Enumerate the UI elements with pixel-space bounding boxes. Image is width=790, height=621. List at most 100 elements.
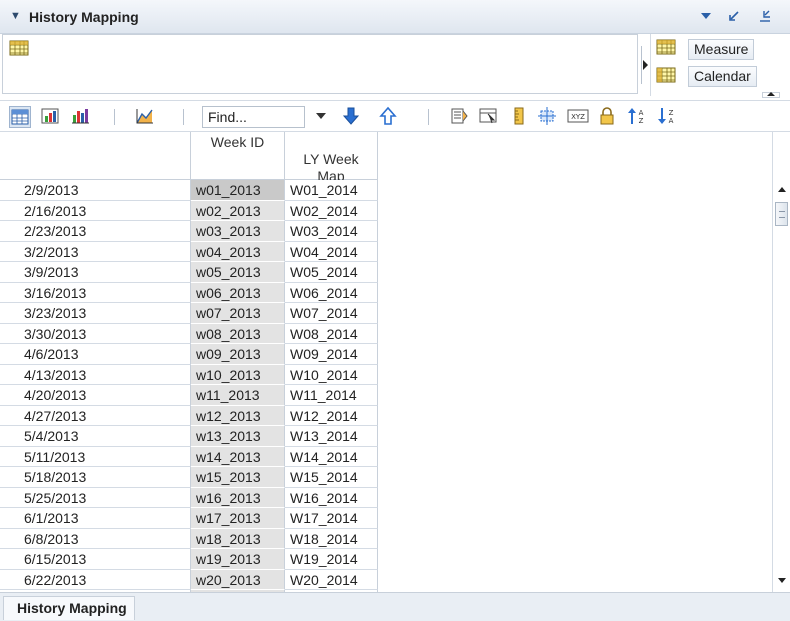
cell-week-id[interactable]: w13_2013 [191,426,285,447]
row-header-date[interactable]: 6/15/2013 [0,549,191,570]
cell-ly-week-map[interactable]: W05_2014 [285,262,378,283]
row-header-date[interactable]: 4/6/2013 [0,344,191,365]
cell-week-id[interactable]: w17_2013 [191,508,285,529]
cell-ly-week-map[interactable]: W01_2014 [285,180,378,201]
row-header-date[interactable]: 2/16/2013 [0,200,191,221]
cell-ly-week-map[interactable]: W13_2014 [285,426,378,447]
cell-week-id[interactable]: w03_2013 [191,221,285,242]
calendar-dimension-button[interactable]: Calendar [688,66,757,87]
cell-ly-week-map[interactable]: W08_2014 [285,323,378,344]
cell-ly-week-map[interactable]: W12_2014 [285,405,378,426]
format-icon[interactable] [449,106,471,128]
column-header-week-id[interactable]: Week ID [191,132,285,180]
cell-week-id[interactable]: w01_2013 [191,180,285,201]
cell-week-id[interactable]: w16_2013 [191,487,285,508]
cell-ly-week-map[interactable]: W16_2014 [285,487,378,508]
row-header-date[interactable]: 3/16/2013 [0,282,191,303]
cell-ly-week-map[interactable]: W10_2014 [285,364,378,385]
row-header-date[interactable]: 3/23/2013 [0,303,191,324]
cell-ly-week-map[interactable]: W03_2014 [285,221,378,242]
grid-view-icon[interactable] [9,106,31,128]
row-header-date[interactable]: 6/22/2013 [0,569,191,590]
vertical-scrollbar[interactable] [772,132,790,592]
row-header-date[interactable]: 5/11/2013 [0,446,191,467]
worksheet-tab-history-mapping[interactable]: History Mapping [3,596,135,620]
find-previous-up-icon[interactable] [378,106,400,128]
row-dimension-drop-area[interactable] [2,34,638,94]
find-next-down-icon[interactable] [341,106,363,128]
row-header-date[interactable]: 4/20/2013 [0,385,191,406]
cell-week-id[interactable]: w19_2013 [191,549,285,570]
minimize-icon[interactable] [726,9,742,25]
cell-week-id[interactable]: w10_2013 [191,364,285,385]
panel-expand-handle[interactable] [641,46,649,84]
cell-week-id[interactable]: w11_2013 [191,385,285,406]
row-header-date[interactable]: 5/18/2013 [0,467,191,488]
cell-ly-week-map[interactable]: W20_2014 [285,569,378,590]
find-dropdown-icon[interactable] [316,113,326,119]
cell-week-id[interactable]: w12_2013 [191,405,285,426]
svg-text:XYZ: XYZ [571,113,585,121]
cell-week-id[interactable]: w09_2013 [191,344,285,365]
lock-icon[interactable] [597,106,619,128]
measure-dimension-button[interactable]: Measure [688,39,755,60]
grid-chart-view-icon[interactable] [40,106,62,128]
cell-week-id[interactable]: w04_2013 [191,241,285,262]
cell-ly-week-map[interactable]: W09_2014 [285,344,378,365]
row-header-date[interactable]: 2/23/2013 [0,221,191,242]
cell-week-id[interactable]: w08_2013 [191,323,285,344]
cell-ly-week-map[interactable]: W19_2014 [285,549,378,570]
scroll-down-arrow-icon[interactable] [778,578,786,583]
sort-descending-icon[interactable]: ZA [657,106,679,128]
collapse-chevron-icon[interactable]: ▼ [10,10,22,22]
cell-ly-week-map[interactable]: W11_2014 [285,385,378,406]
column-header-ly-week-map[interactable]: LY Week Map [285,132,378,184]
row-header-date[interactable]: 3/2/2013 [0,241,191,262]
cell-week-id[interactable]: w14_2013 [191,446,285,467]
table-row: 4/20/2013 w11_2013 W11_2014 [0,385,378,406]
cell-week-id[interactable]: w02_2013 [191,200,285,221]
cell-week-id[interactable]: w06_2013 [191,282,285,303]
cell-ly-week-map[interactable]: W15_2014 [285,467,378,488]
xyz-label-icon[interactable]: XYZ [567,106,589,128]
row-header-date[interactable]: 2/9/2013 [0,180,191,201]
row-header-date[interactable]: 6/1/2013 [0,508,191,529]
cell-ly-week-map[interactable]: W02_2014 [285,200,378,221]
row-header-date[interactable]: 6/8/2013 [0,528,191,549]
table-row: 4/27/2013 w12_2013 W12_2014 [0,405,378,426]
svg-text:Z: Z [639,117,644,125]
row-header-date[interactable]: 3/9/2013 [0,262,191,283]
cell-ly-week-map[interactable]: W18_2014 [285,528,378,549]
cell-week-id[interactable]: w18_2013 [191,528,285,549]
select-cells-icon[interactable] [478,106,500,128]
collapse-panel-icon[interactable] [762,92,780,98]
row-header-date[interactable]: 5/25/2013 [0,487,191,508]
cell-ly-week-map[interactable]: W04_2014 [285,241,378,262]
svg-text:A: A [669,117,674,125]
sort-ascending-icon[interactable]: AZ [627,106,649,128]
row-header-date[interactable]: 3/30/2013 [0,323,191,344]
cell-week-id[interactable]: w15_2013 [191,467,285,488]
row-header-date[interactable]: 4/13/2013 [0,364,191,385]
scroll-thumb[interactable] [775,202,788,226]
row-header-date[interactable]: 4/27/2013 [0,405,191,426]
table-row: 6/22/2013 w20_2013 W20_2014 [0,569,378,590]
table-row: 3/30/2013 w08_2013 W08_2014 [0,323,378,344]
cell-week-id[interactable]: w07_2013 [191,303,285,324]
panel-menu-icon[interactable] [698,9,714,25]
ruler-icon[interactable] [509,106,531,128]
row-header-date[interactable]: 5/4/2013 [0,426,191,447]
cell-ly-week-map[interactable]: W07_2014 [285,303,378,324]
restore-icon[interactable] [757,9,773,25]
cell-ly-week-map[interactable]: W14_2014 [285,446,378,467]
split-view-icon[interactable] [537,106,559,128]
table-grid-icon[interactable] [9,40,29,59]
scroll-up-arrow-icon[interactable] [778,187,786,192]
find-input[interactable] [202,106,305,128]
cell-ly-week-map[interactable]: W17_2014 [285,508,378,529]
chart-view-icon[interactable] [70,106,92,128]
cell-week-id[interactable]: w20_2013 [191,569,285,590]
cell-ly-week-map[interactable]: W06_2014 [285,282,378,303]
cell-week-id[interactable]: w05_2013 [191,262,285,283]
area-chart-icon[interactable] [135,106,157,128]
